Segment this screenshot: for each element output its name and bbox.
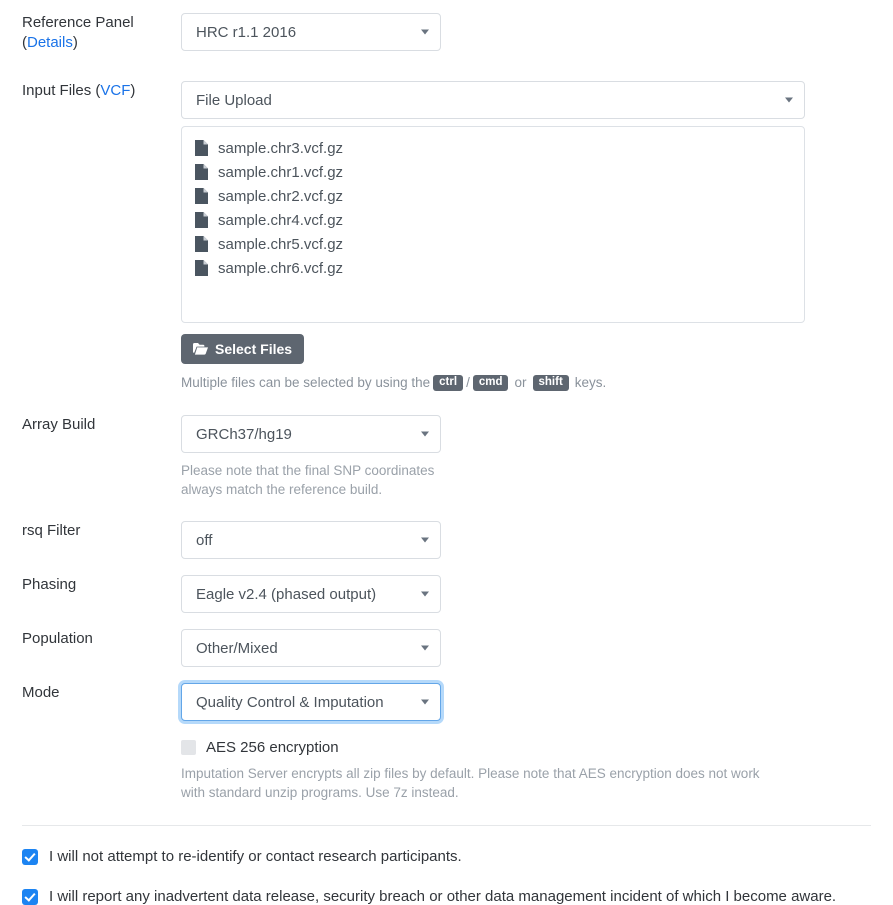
population-select[interactable]: Other/Mixed bbox=[181, 629, 441, 667]
array-build-select[interactable]: GRCh37/hg19 bbox=[181, 415, 441, 453]
reference-panel-select[interactable]: HRC r1.1 2016 bbox=[181, 13, 441, 51]
mode-select[interactable]: Quality Control & Imputation bbox=[181, 683, 441, 721]
list-item: sample.chr5.vcf.gz bbox=[195, 232, 794, 256]
list-item: sample.chr4.vcf.gz bbox=[195, 208, 794, 232]
file-icon bbox=[195, 140, 208, 156]
chevron-down-icon bbox=[421, 431, 429, 437]
select-files-button[interactable]: Select Files bbox=[181, 334, 305, 364]
array-build-note: Please note that the final SNP coordinat… bbox=[181, 463, 435, 497]
consent-row-1: I will not attempt to re-identify or con… bbox=[0, 848, 893, 865]
file-icon bbox=[195, 260, 208, 276]
reference-panel-details-line: (Details) bbox=[22, 33, 181, 53]
list-item: sample.chr2.vcf.gz bbox=[195, 184, 794, 208]
reference-panel-label-text: Reference Panel bbox=[22, 14, 134, 31]
kbd-cmd: cmd bbox=[472, 374, 509, 391]
rsq-filter-field: off bbox=[181, 521, 893, 559]
aes-note: Imputation Server encrypts all zip files… bbox=[181, 766, 760, 800]
input-source-select-value: File Upload bbox=[196, 91, 272, 109]
file-name: sample.chr2.vcf.gz bbox=[218, 187, 344, 205]
folder-open-icon bbox=[193, 343, 208, 355]
reference-panel-select-value: HRC r1.1 2016 bbox=[196, 23, 297, 41]
array-build-field: GRCh37/hg19 Please note that the final S… bbox=[181, 415, 893, 499]
aes-checkbox-row: AES 256 encryption bbox=[181, 739, 871, 756]
chevron-down-icon bbox=[421, 537, 429, 543]
population-select-value: Other/Mixed bbox=[196, 639, 278, 657]
file-name: sample.chr5.vcf.gz bbox=[218, 235, 344, 253]
array-build-select-value: GRCh37/hg19 bbox=[196, 425, 292, 443]
rsq-filter-select-value: off bbox=[196, 531, 213, 549]
details-link[interactable]: Details bbox=[27, 34, 73, 51]
phasing-label: Phasing bbox=[22, 576, 77, 593]
help-suffix: keys. bbox=[574, 375, 607, 390]
file-icon bbox=[195, 236, 208, 252]
reference-panel-label: Reference Panel (Details) bbox=[0, 13, 181, 53]
input-files-label-text: Input Files bbox=[22, 82, 96, 99]
aes-checkbox[interactable] bbox=[181, 740, 196, 755]
consent-label-1: I will not attempt to re-identify or con… bbox=[49, 848, 462, 865]
row-mode: Mode Quality Control & Imputation bbox=[0, 667, 893, 721]
chevron-down-icon bbox=[421, 699, 429, 705]
reference-panel-field: HRC r1.1 2016 bbox=[181, 13, 893, 51]
paren-close: ) bbox=[72, 34, 78, 51]
phasing-select[interactable]: Eagle v2.4 (phased output) bbox=[181, 575, 441, 613]
list-item: sample.chr1.vcf.gz bbox=[195, 160, 794, 184]
row-population: Population Other/Mixed bbox=[0, 613, 893, 667]
list-item: sample.chr6.vcf.gz bbox=[195, 256, 794, 280]
help-sep-2: or bbox=[514, 375, 527, 390]
list-item: sample.chr3.vcf.gz bbox=[195, 136, 794, 160]
array-build-label: Array Build bbox=[22, 416, 96, 433]
aes-checkbox-label: AES 256 encryption bbox=[206, 739, 339, 756]
row-array-build: Array Build GRCh37/hg19 Please note that… bbox=[0, 392, 893, 499]
row-input-files: Input Files (VCF) File Upload sample.chr… bbox=[0, 53, 893, 392]
consent-label-2: I will report any inadvertent data relea… bbox=[49, 888, 837, 905]
imputation-job-form: Reference Panel (Details) HRC r1.1 2016 … bbox=[0, 0, 893, 905]
consent-checkbox-2[interactable] bbox=[22, 888, 38, 905]
mode-label: Mode bbox=[22, 684, 60, 701]
file-name: sample.chr1.vcf.gz bbox=[218, 163, 344, 181]
input-source-select[interactable]: File Upload bbox=[181, 81, 805, 119]
vcf-paren-close: ) bbox=[130, 82, 136, 99]
help-sep-1: / bbox=[466, 375, 470, 390]
mode-field: Quality Control & Imputation bbox=[181, 683, 893, 721]
population-label: Population bbox=[22, 630, 93, 647]
file-name: sample.chr4.vcf.gz bbox=[218, 211, 344, 229]
vcf-link[interactable]: VCF bbox=[100, 82, 130, 99]
multiple-files-help: Multiple files can be selected by using … bbox=[181, 373, 871, 392]
select-files-button-label: Select Files bbox=[215, 341, 293, 357]
file-icon bbox=[195, 164, 208, 180]
consent-checkbox-1[interactable] bbox=[22, 848, 38, 865]
phasing-field: Eagle v2.4 (phased output) bbox=[181, 575, 893, 613]
row-reference-panel: Reference Panel (Details) HRC r1.1 2016 bbox=[0, 0, 893, 53]
mode-select-value: Quality Control & Imputation bbox=[196, 693, 384, 711]
chevron-down-icon bbox=[421, 645, 429, 651]
aes-field: AES 256 encryption Imputation Server enc… bbox=[181, 739, 893, 802]
file-icon bbox=[195, 212, 208, 228]
row-phasing: Phasing Eagle v2.4 (phased output) bbox=[0, 559, 893, 613]
file-icon bbox=[195, 188, 208, 204]
phasing-select-value: Eagle v2.4 (phased output) bbox=[196, 585, 377, 603]
kbd-shift: shift bbox=[532, 374, 569, 391]
row-rsq-filter: rsq Filter off bbox=[0, 499, 893, 559]
input-files-field: File Upload sample.chr3.vcf.gz sample.ch… bbox=[181, 81, 893, 392]
rsq-filter-label: rsq Filter bbox=[22, 522, 81, 539]
consent-row-2: I will report any inadvertent data relea… bbox=[0, 888, 893, 905]
rsq-filter-select[interactable]: off bbox=[181, 521, 441, 559]
file-name: sample.chr6.vcf.gz bbox=[218, 259, 344, 277]
chevron-down-icon bbox=[785, 97, 793, 103]
kbd-ctrl: ctrl bbox=[433, 374, 464, 391]
help-prefix: Multiple files can be selected by using … bbox=[181, 375, 431, 390]
chevron-down-icon bbox=[421, 591, 429, 597]
file-name: sample.chr3.vcf.gz bbox=[218, 139, 344, 157]
population-field: Other/Mixed bbox=[181, 629, 893, 667]
selected-files-list[interactable]: sample.chr3.vcf.gz sample.chr1.vcf.gz sa… bbox=[181, 126, 805, 323]
section-divider bbox=[22, 825, 871, 826]
input-files-label: Input Files (VCF) bbox=[0, 81, 181, 101]
row-aes-encryption: AES 256 encryption Imputation Server enc… bbox=[0, 721, 893, 802]
chevron-down-icon bbox=[421, 29, 429, 35]
